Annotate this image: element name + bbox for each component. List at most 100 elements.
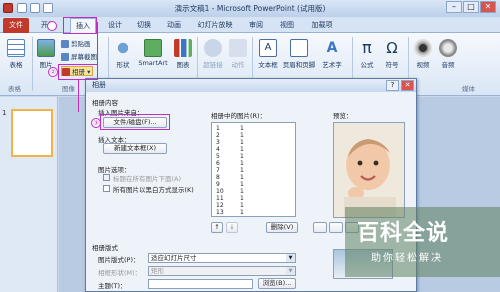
smartart-icon <box>144 39 162 57</box>
list-item[interactable]: 11 1 <box>216 195 244 202</box>
list-item[interactable]: 21 <box>216 132 244 139</box>
theme-label: 主题(T)： <box>98 282 127 290</box>
list-item[interactable]: 11 <box>216 125 244 132</box>
tab-file[interactable]: 文件 <box>3 18 29 33</box>
wordart-button[interactable]: A 艺术字 <box>318 39 346 69</box>
list-item[interactable]: 13 1 <box>216 209 244 216</box>
list-item-index: 10 <box>216 188 224 195</box>
step-1-marker <box>47 21 57 31</box>
omega-icon: Ω <box>386 39 398 57</box>
screenshot-icon <box>61 53 69 61</box>
picture-icon <box>37 39 55 57</box>
list-item[interactable]: 12 1 <box>216 202 244 209</box>
list-item[interactable]: 41 <box>216 146 244 153</box>
list-item[interactable]: 51 <box>216 153 244 160</box>
tab-slideshow[interactable]: 幻灯片放映 <box>192 18 238 33</box>
list-item-value: 1 <box>240 139 244 146</box>
rotate-right-button[interactable] <box>329 222 343 233</box>
pi-icon: π <box>362 38 372 57</box>
list-item-value: 1 <box>240 195 244 202</box>
list-item-index: 1 <box>216 125 220 132</box>
close-button[interactable]: ✕ <box>480 1 496 13</box>
list-item-value: 1 <box>240 125 244 132</box>
list-item-value: 1 <box>240 174 244 181</box>
preview-image <box>333 122 405 218</box>
slide-thumbnail[interactable] <box>11 109 53 157</box>
video-button[interactable]: 视频 <box>412 39 434 69</box>
baby-photo <box>334 123 404 217</box>
help-button[interactable]: ? <box>386 80 399 91</box>
action-button[interactable]: 动作 <box>228 39 248 69</box>
step-2-marker: ② <box>48 67 58 77</box>
chart-icon <box>174 39 192 57</box>
textbox-button[interactable]: A 文本框 <box>256 39 280 69</box>
list-item-value: 1 <box>240 188 244 195</box>
list-item-value: 1 <box>240 160 244 167</box>
screenshot-button[interactable]: 屏幕截图 <box>61 52 97 62</box>
list-item-value: 1 <box>240 181 244 188</box>
header-footer-button[interactable]: 页眉和页脚 <box>282 39 316 69</box>
caption-checkbox[interactable] <box>103 174 110 181</box>
tab-review[interactable]: 审阅 <box>244 18 268 33</box>
list-item-value: 1 <box>240 209 244 216</box>
frame-shape-select[interactable]: 矩形 ▼ <box>148 266 296 276</box>
black-white-option-label: 所有图片以黑白方式显示(K) <box>113 186 194 194</box>
list-item-index: 2 <box>216 132 220 139</box>
list-item[interactable]: 81 <box>216 174 244 181</box>
minimize-button[interactable]: – <box>446 1 462 13</box>
list-item[interactable]: 31 <box>216 139 244 146</box>
formula-button[interactable]: π 公式 <box>356 38 378 70</box>
chart-button[interactable]: 图表 <box>172 39 194 69</box>
dialog-title: 相册 <box>92 81 106 89</box>
clipart-button[interactable]: 剪贴画 <box>61 39 91 49</box>
list-item[interactable]: 71 <box>216 167 244 174</box>
callout-file-disk-button <box>100 114 170 130</box>
callout-line <box>78 80 79 112</box>
list-item-index: 9 <box>216 181 220 188</box>
list-item[interactable]: 10 1 <box>216 188 244 195</box>
move-down-button[interactable]: ↓ <box>226 222 238 233</box>
list-item-value: 1 <box>240 153 244 160</box>
window-title: 演示文稿1 - Microsoft PowerPoint (试用版) <box>174 4 326 13</box>
pictures-listbox[interactable]: 1 1 2 1 3 1 4 1 5 1 6 1 7 1 8 1 9 1 10 1 11 1 12 1 13 1 <box>211 122 296 217</box>
delete-button[interactable]: 删除(V) <box>266 222 298 233</box>
smartart-button[interactable]: SmartArt <box>137 39 169 67</box>
caption-option-label: 标题在所有图片下面(A) <box>113 175 182 183</box>
slides-pane: 1 <box>0 97 58 292</box>
tab-transitions[interactable]: 切换 <box>132 18 156 33</box>
audio-button[interactable]: 音频 <box>437 39 459 69</box>
watermark-subtitle: 助你轻松解决 <box>371 253 443 264</box>
hyperlink-button[interactable]: 超链接 <box>201 39 225 69</box>
tab-view[interactable]: 视图 <box>275 18 299 33</box>
tab-design[interactable]: 设计 <box>103 18 127 33</box>
watermark-title: 百科全说 <box>357 221 450 246</box>
list-item[interactable]: 91 <box>216 181 244 188</box>
watermark: 百科全说 助你轻松解决 <box>345 207 500 277</box>
clipart-icon <box>61 40 69 48</box>
callout-album-button <box>58 64 98 80</box>
list-item-value: 1 <box>240 132 244 139</box>
rotate-left-button[interactable] <box>313 222 327 233</box>
chevron-down-icon: ▼ <box>286 267 295 275</box>
maximize-button[interactable]: □ <box>463 1 479 13</box>
picture-layout-select[interactable]: 适应幻灯片尺寸 ▼ <box>148 253 296 263</box>
table-button[interactable]: 表格 <box>3 39 29 69</box>
new-textbox-button[interactable]: 新建文本框(X) <box>103 143 167 154</box>
title-bar: 演示文稿1 - Microsoft PowerPoint (试用版) – □ ✕ <box>0 0 500 17</box>
tab-addins[interactable]: 加载项 <box>306 18 338 33</box>
browse-button[interactable]: 浏览(B)... <box>258 278 296 289</box>
picture-button[interactable]: 图片 <box>35 39 57 69</box>
slide-number: 1 <box>2 109 7 117</box>
shapes-button[interactable]: 形状 <box>112 39 134 69</box>
list-item-index: 7 <box>216 167 220 174</box>
move-up-button[interactable]: ↑ <box>211 222 223 233</box>
symbol-button[interactable]: Ω 符号 <box>381 39 403 69</box>
black-white-checkbox[interactable] <box>103 185 110 192</box>
theme-input[interactable] <box>148 279 253 289</box>
list-item[interactable]: 61 <box>216 160 244 167</box>
film-reel-icon <box>414 39 432 57</box>
tab-animations[interactable]: 动画 <box>162 18 186 33</box>
dialog-close-button[interactable]: ✕ <box>401 80 414 91</box>
wordart-icon: A <box>326 40 338 56</box>
pictures-in-album-label: 相册中的图片(R)： <box>211 112 267 120</box>
